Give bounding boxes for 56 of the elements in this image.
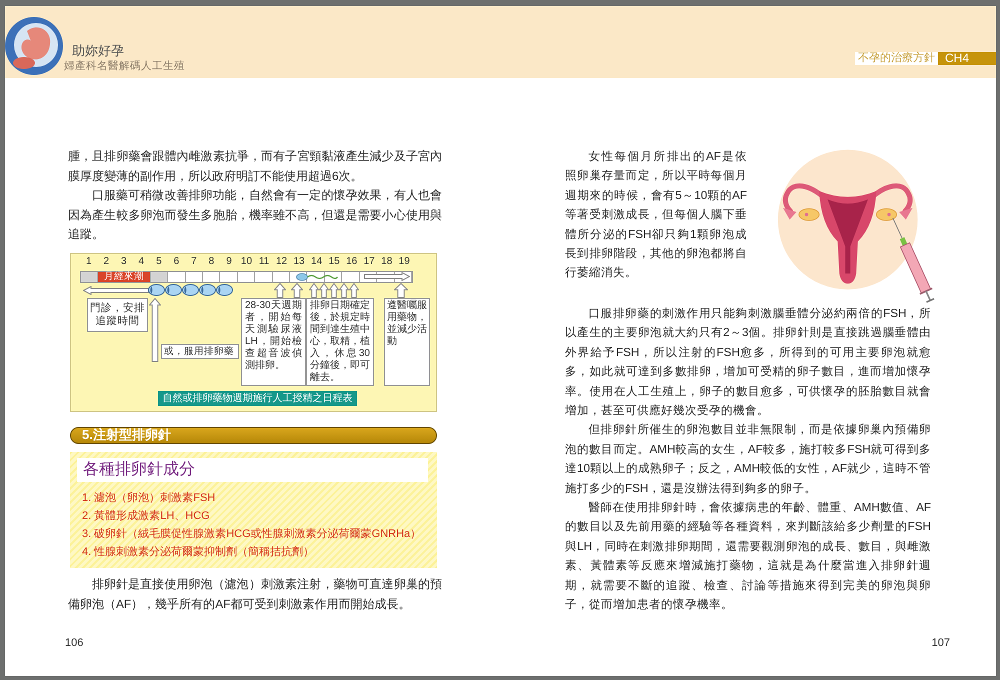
embryo-drawing <box>5 17 63 75</box>
body-paragraph: 但排卵針所催生的卵泡數目並非無限制，而是依據卵巢內預備卵泡的數目而定。AMH較高的女生，AF較多，施打較多FSH就可得到多達10顆以上的成熟卵子；反之，AMH較低的女性，AF就少，這時不管施打多少的FSH，還是沒辦法得到夠多的卵子。 <box>565 422 931 497</box>
schedule-caption: 自然或排卵藥物週期施行人工授精之日程表 <box>158 390 357 406</box>
period-label: 月經來潮 <box>98 272 151 282</box>
day-number: 9 <box>225 256 233 268</box>
day-number: 13 <box>292 256 306 268</box>
day-number: 4 <box>138 256 146 268</box>
note-card: 28-30天週期者，開始每天測驗尿液LH，開始檢查超音波偵測排卵。 <box>241 298 306 386</box>
left-arrow <box>83 286 149 295</box>
note-card: 遵醫囑服用藥物，並減少活動 <box>384 298 430 386</box>
day-number: 16 <box>345 256 358 268</box>
follicle-oval <box>216 284 233 296</box>
body-paragraph: 女性每個月所排出的AF是依照卵巢存量而定，所以平時每個月週期來的時候，會有5～10顆的AF等著受刺激成長，但每個人腦下垂體所分泌的FSH卻只夠1顆卵泡成長到排卵階段，其他的卵泡都將自行萎縮消失。 <box>565 149 747 282</box>
section-tag: 不孕的治療方針 <box>855 52 938 65</box>
day-number: 19 <box>398 256 411 268</box>
book-subtitle: 婦產科名醫解碼人工生殖 <box>64 59 185 73</box>
day-number: 10 <box>240 256 254 268</box>
day-number: 7 <box>190 256 198 268</box>
shaded-segment <box>81 272 98 282</box>
day-number: 17 <box>362 256 376 268</box>
day-number: 1 <box>84 256 93 268</box>
follicle-oval <box>182 284 199 296</box>
body-paragraph: 排卵針是直接使用卵泡（濾泡）刺激素注射，藥物可直達卵巢的預備卵泡（AF），幾乎所有的AF都可受到刺激素作用而開始成長。 <box>68 576 442 613</box>
list-item: 2. 黃體形成激素LH、HCG <box>81 508 211 524</box>
day-number: 11 <box>258 256 270 268</box>
follicle-oval <box>148 284 165 296</box>
panel-title: 各種排卵針成分 <box>77 458 428 482</box>
body-paragraph: 腫，且排卵藥會跟體內雌激素抗爭，而有子宮頸黏液產生減少及子宮內膜厚度變薄的副作用，所以政府明訂不能使用超過6次。 <box>68 148 442 185</box>
day-number: 3 <box>120 256 128 268</box>
day-number: 12 <box>274 256 288 268</box>
day-number: 2 <box>102 256 110 268</box>
day-number: 15 <box>328 256 341 268</box>
list-item: 4. 性腺刺激素分泌荷爾蒙抑制劑（簡稱拮抗劑） <box>81 544 316 560</box>
list-item: 1. 濾泡（卵泡）刺激素FSH <box>81 490 216 506</box>
body-paragraph: 口服排卵藥的刺激作用只能夠刺激腦垂體分泌約兩倍的FSH，所以產生的主要卵泡就大約只有2～3個。排卵針則是直接跳過腦垂體由外界給予FSH，所以注射的FSH愈多，所得到的可用主要卵泡就愈多，如此就可達到多數排卵，增加可受精的卵子數目，進而增加懷孕率。使用在人工生殖上，卵子的數目愈多，可供懷孕的胚胎數目就會增加，甚至可供應好幾次受孕的機會。 <box>565 306 931 420</box>
page-number: 107 <box>932 636 950 650</box>
book-title: 助妳好孕 <box>71 43 124 59</box>
sperm-drawing <box>296 272 338 281</box>
day-number: 18 <box>380 256 394 268</box>
section-heading: 5.注射型排卵針 <box>70 426 437 444</box>
shaded-segment <box>150 272 168 282</box>
note-card: 排卵日期確定後，於規定時間到達生殖中心，取精，植入，休息30分鐘後，即可離去。 <box>306 298 374 386</box>
body-paragraph: 口服藥可稍微改善排卵功能，自然會有一定的懷孕效果，有人也會因為產生較多卵泡而發生多胞胎，機率雖不高，但還是需要小心使用與追蹤。 <box>68 187 442 244</box>
list-item: 3. 破卵針（絨毛膜促性腺激素HCG或性腺刺激素分泌荷爾蒙GNRHa） <box>81 526 422 542</box>
day-number: 6 <box>172 256 180 268</box>
follicle-oval <box>165 284 182 296</box>
page-number: 106 <box>65 636 84 650</box>
day-number: 14 <box>310 256 324 268</box>
day-number: 5 <box>155 256 163 268</box>
chapter-tag: CH4 <box>938 52 996 65</box>
follicle-oval <box>199 284 216 296</box>
body-paragraph: 醫師在使用排卵針時，會依據病患的年齡、體重、AMH數值、AF的數目以及先前用藥的經驗等各種資料，來判斷該給多少劑量的FSH與LH，同時在刺激排卵期間，還需要觀測卵泡的成長、數目，與雌激素、黃體素等反應來增減施打藥物，這就是為什麼當進入排卵針週期，就需要不斷的追蹤、檢查、討論等措施來得到完美的卵泡與卵子，從而增加患者的懷孕機率。 <box>565 500 931 614</box>
note-card: 或，服用排卵藥 <box>161 344 239 359</box>
up-arrow <box>149 298 161 362</box>
day-number: 8 <box>208 256 216 268</box>
note-card: 門診，安排追蹤時間 <box>87 298 148 332</box>
